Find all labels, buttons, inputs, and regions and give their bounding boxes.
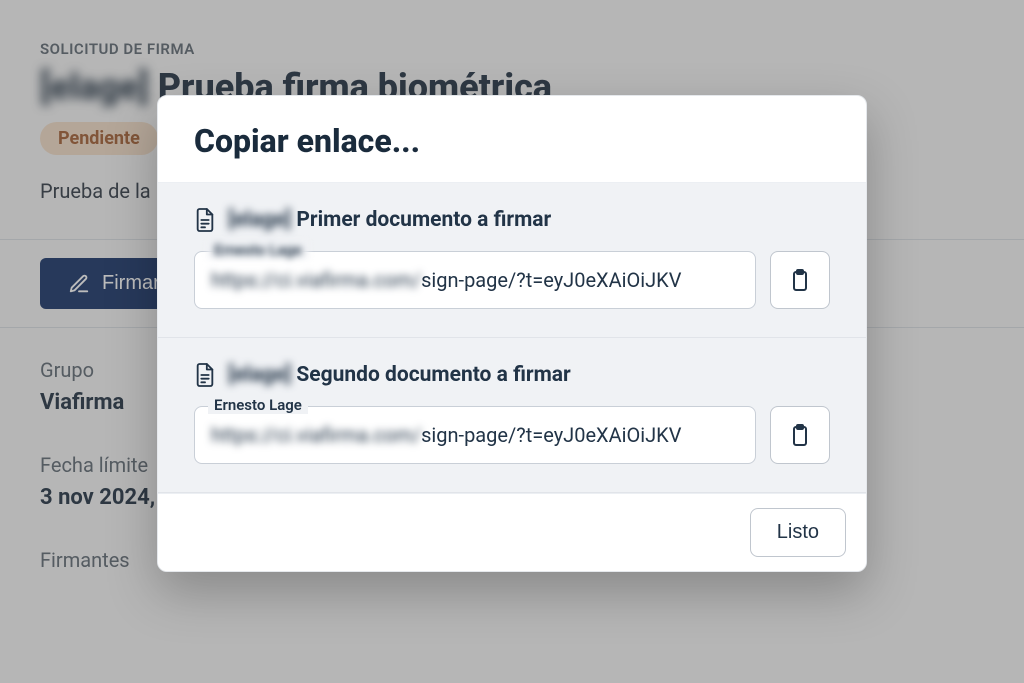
modal-body: [elage] Primer documento a firmar Ernest… — [158, 183, 866, 493]
url-host-redacted: https://ci.viafirma.com/ — [211, 268, 421, 292]
doc-section: [elage] Primer documento a firmar Ernest… — [158, 183, 866, 338]
link-field: Ernesto Lage https://ci.viafirma.com/sig… — [194, 251, 756, 309]
done-button[interactable]: Listo — [750, 508, 846, 557]
doc-title-text: Segundo documento a firmar — [296, 363, 570, 387]
doc-title-redacted: [elage] — [228, 208, 291, 232]
link-row: Ernesto Lage https://ci.viafirma.com/sig… — [194, 251, 830, 309]
doc-title-text: Primer documento a firmar — [296, 208, 551, 232]
doc-title-row: [elage] Segundo documento a firmar — [194, 362, 830, 388]
signer-name-label: Ernesto Lage — [208, 241, 308, 259]
document-icon — [194, 207, 216, 233]
doc-title-row: [elage] Primer documento a firmar — [194, 207, 830, 233]
modal-title: Copiar enlace... — [158, 96, 866, 183]
copy-link-modal: Copiar enlace... [elage] — [157, 95, 867, 572]
document-icon — [194, 362, 216, 388]
doc-title-redacted: [elage] — [228, 363, 291, 387]
link-url-input[interactable]: https://ci.viafirma.com/sign-page/?t=eyJ… — [194, 406, 756, 464]
modal-overlay[interactable]: Copiar enlace... [elage] — [0, 0, 1024, 683]
clipboard-icon — [788, 422, 812, 448]
doc-title: [elage] Segundo documento a firmar — [228, 363, 571, 387]
link-url-input[interactable]: https://ci.viafirma.com/sign-page/?t=eyJ… — [194, 251, 756, 309]
copy-button[interactable] — [770, 251, 830, 309]
url-rest: sign-page/?t=eyJ0eXAiOiJKV — [421, 423, 681, 447]
link-field: Ernesto Lage https://ci.viafirma.com/sig… — [194, 406, 756, 464]
signer-name-label: Ernesto Lage — [208, 396, 308, 414]
modal-footer: Listo — [158, 493, 866, 571]
doc-title: [elage] Primer documento a firmar — [228, 208, 551, 232]
url-host-redacted: https://ci.viafirma.com/ — [211, 423, 421, 447]
copy-button[interactable] — [770, 406, 830, 464]
clipboard-icon — [788, 267, 812, 293]
doc-section: [elage] Segundo documento a firmar Ernes… — [158, 338, 866, 493]
link-row: Ernesto Lage https://ci.viafirma.com/sig… — [194, 406, 830, 464]
url-rest: sign-page/?t=eyJ0eXAiOiJKV — [421, 268, 681, 292]
